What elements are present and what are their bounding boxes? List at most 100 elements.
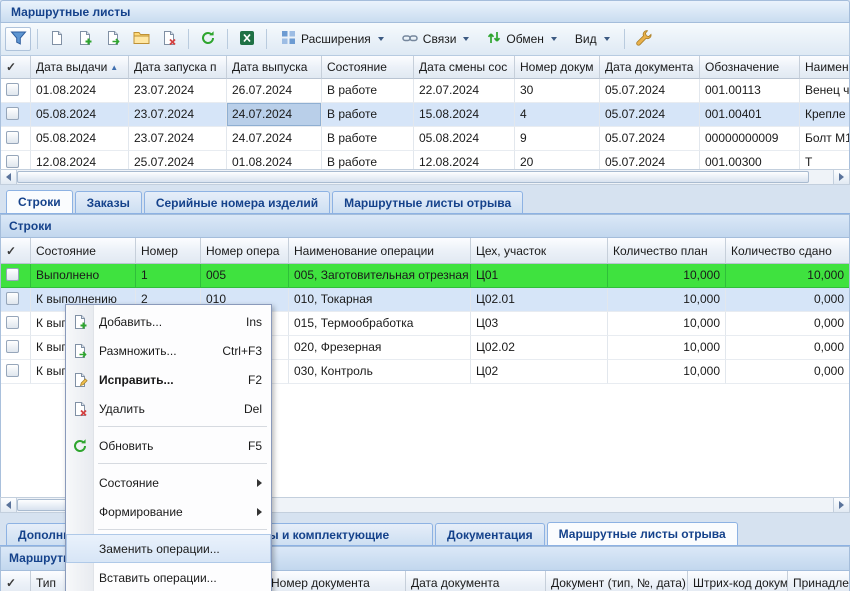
cell[interactable]: В работе [322, 103, 414, 127]
cell[interactable]: В работе [322, 127, 414, 151]
row-checkbox[interactable] [6, 340, 19, 353]
grid1-col-state[interactable]: Состояние [322, 56, 414, 79]
cell[interactable]: 23.07.2024 [129, 103, 227, 127]
cell[interactable]: Ц02 [471, 360, 608, 384]
cell[interactable]: Ц03 [471, 312, 608, 336]
cell[interactable]: 10,000 [608, 288, 726, 312]
cell[interactable]: 30 [515, 79, 600, 103]
grid1-col-doc-date[interactable]: Дата документа [600, 56, 700, 79]
checkbox-cell[interactable] [1, 79, 31, 103]
grid3-col-doc-number[interactable]: Номер документа [266, 571, 406, 591]
delete-document-button[interactable] [156, 27, 182, 51]
grid2-col-state[interactable]: Состояние [31, 238, 136, 264]
row-checkbox[interactable] [6, 268, 19, 281]
row-checkbox[interactable] [6, 155, 19, 168]
duplicate-document-button[interactable] [100, 27, 126, 51]
cell[interactable]: 05.08.2024 [414, 127, 515, 151]
menu-item-edit[interactable]: Исправить... F2 [66, 365, 271, 394]
cell[interactable]: 05.07.2024 [600, 151, 700, 169]
cell[interactable]: 23.07.2024 [129, 79, 227, 103]
grid1-col-state-change-date[interactable]: Дата смены сос [414, 56, 515, 79]
cell[interactable]: 26.07.2024 [227, 79, 322, 103]
row-checkbox[interactable] [6, 83, 19, 96]
cell[interactable]: Крепле [800, 103, 849, 127]
cell[interactable]: 05.07.2024 [600, 127, 700, 151]
cell[interactable]: 22.07.2024 [414, 79, 515, 103]
grid1-col-name[interactable]: Наимен [800, 56, 849, 79]
settings-wrench-button[interactable] [631, 27, 657, 51]
cell[interactable]: 015, Термообработка [289, 312, 471, 336]
checkbox-cell[interactable] [1, 264, 31, 288]
cell[interactable]: 01.08.2024 [31, 79, 129, 103]
checkbox-cell[interactable] [1, 360, 31, 384]
refresh-button[interactable] [195, 27, 221, 51]
excel-export-button[interactable] [234, 27, 260, 51]
new-document-button[interactable] [44, 27, 70, 51]
grid2-col-shop[interactable]: Цех, участок [471, 238, 608, 264]
scroll-right-arrow[interactable] [833, 498, 849, 512]
cell[interactable]: Болт М1 [800, 127, 849, 151]
cell[interactable]: Т [800, 151, 849, 169]
add-document-button[interactable] [72, 27, 98, 51]
scrollbar-track[interactable] [809, 170, 833, 184]
grid2-col-qty-done[interactable]: Количество сдано [726, 238, 849, 264]
scroll-left-arrow[interactable] [1, 498, 17, 512]
checkbox-cell[interactable] [1, 127, 31, 151]
menu-item-refresh[interactable]: Обновить F5 [66, 431, 271, 460]
cell[interactable]: Выполнено [31, 264, 136, 288]
scrollbar-thumb[interactable] [17, 171, 809, 183]
cell[interactable]: 0,000 [726, 312, 849, 336]
cell[interactable]: 23.07.2024 [129, 127, 227, 151]
checkbox-cell[interactable] [1, 336, 31, 360]
grid1-col-release-date[interactable]: Дата выпуска [227, 56, 322, 79]
cell[interactable]: 20 [515, 151, 600, 169]
cell[interactable]: 020, Фрезерная [289, 336, 471, 360]
extensions-dropdown[interactable]: Расширения [273, 27, 392, 51]
scroll-left-arrow[interactable] [1, 170, 17, 184]
exchange-dropdown[interactable]: Обмен [479, 27, 565, 51]
checkbox-cell[interactable] [1, 151, 31, 169]
cell[interactable]: 01.08.2024 [227, 151, 322, 169]
grid1-col-launch-date[interactable]: Дата запуска п [129, 56, 227, 79]
cell[interactable]: 12.08.2024 [414, 151, 515, 169]
cell[interactable]: 15.08.2024 [414, 103, 515, 127]
cell[interactable]: 12.08.2024 [31, 151, 129, 169]
cell[interactable]: 1 [136, 264, 201, 288]
cell[interactable]: 10,000 [608, 360, 726, 384]
cell[interactable]: 25.07.2024 [129, 151, 227, 169]
grid2-col-qty-plan[interactable]: Количество план [608, 238, 726, 264]
tab-serial-numbers[interactable]: Серийные номера изделий [144, 191, 330, 213]
table-row[interactable]: 01.08.2024 23.07.2024 26.07.2024 В работ… [1, 79, 849, 103]
table-row[interactable]: 12.08.2024 25.07.2024 01.08.2024 В работ… [1, 151, 849, 169]
menu-item-add[interactable]: Добавить... Ins [66, 307, 271, 336]
cell[interactable]: 0,000 [726, 288, 849, 312]
cell[interactable]: 001.00113 [700, 79, 800, 103]
view-dropdown[interactable]: Вид [567, 27, 618, 51]
scroll-right-arrow[interactable] [833, 170, 849, 184]
cell[interactable]: В работе [322, 151, 414, 169]
cell[interactable]: 05.07.2024 [600, 79, 700, 103]
cell[interactable]: 05.08.2024 [31, 103, 129, 127]
row-checkbox[interactable] [6, 316, 19, 329]
tab-detach-route-sheets[interactable]: Маршрутные листы отрыва [332, 191, 523, 213]
cell[interactable]: Ц02.01 [471, 288, 608, 312]
cell[interactable]: 10,000 [608, 264, 726, 288]
menu-item-state[interactable]: Состояние [66, 468, 271, 497]
grid3-select-all-header[interactable]: ✓ [1, 571, 31, 591]
cell[interactable]: 005, Заготовительная отрезная [289, 264, 471, 288]
checkbox-cell[interactable] [1, 103, 31, 127]
cell[interactable]: 0,000 [726, 336, 849, 360]
row-checkbox[interactable] [6, 131, 19, 144]
cell[interactable]: 4 [515, 103, 600, 127]
table-row[interactable]: 05.08.2024 23.07.2024 24.07.2024 В работ… [1, 127, 849, 151]
grid2-select-all-header[interactable]: ✓ [1, 238, 31, 264]
grid1-col-designation[interactable]: Обозначение [700, 56, 800, 79]
grid2-col-number[interactable]: Номер [136, 238, 201, 264]
cell[interactable]: Ц02.02 [471, 336, 608, 360]
cell[interactable]: 05.07.2024 [600, 103, 700, 127]
cell[interactable]: Венец ч [800, 79, 849, 103]
focused-cell[interactable]: 24.07.2024 [227, 103, 322, 127]
cell[interactable]: 10,000 [608, 312, 726, 336]
links-dropdown[interactable]: Связи [394, 27, 478, 51]
cell[interactable]: 010, Токарная [289, 288, 471, 312]
